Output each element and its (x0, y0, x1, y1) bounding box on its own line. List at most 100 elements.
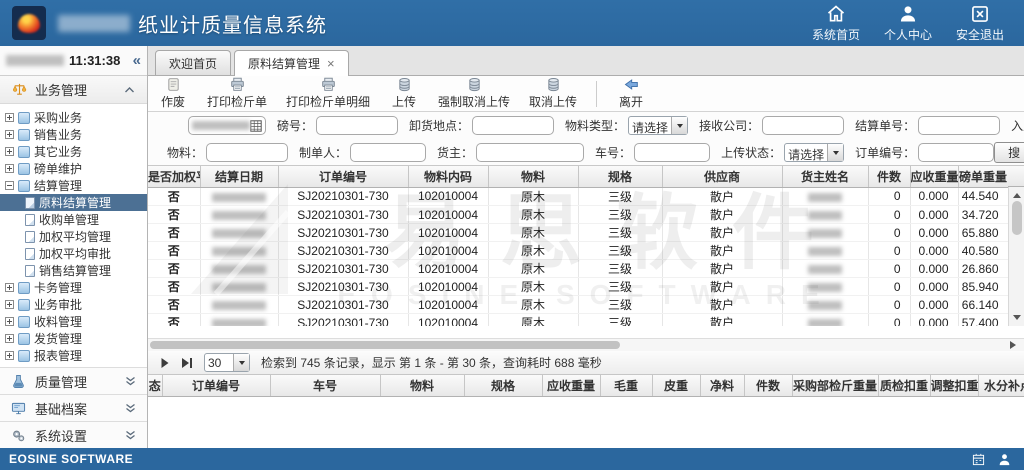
scroll-up-icon[interactable] (1013, 189, 1021, 198)
column-header[interactable]: 规格 (578, 166, 662, 187)
unload-place-input[interactable] (472, 116, 554, 135)
void-button[interactable]: 作废 (158, 77, 188, 110)
table-row[interactable]: 否SJ20210301-730102010004原木三级散户00.00065.8… (148, 224, 1008, 242)
leave-button[interactable]: 离开 (616, 77, 646, 110)
column-header[interactable]: 净料 (700, 375, 744, 396)
sidebar-item-purchase-order[interactable]: 收购单管理 (0, 211, 147, 228)
expand-icon[interactable] (5, 334, 14, 343)
column-header[interactable]: 物料内码 (408, 166, 488, 187)
dropdown-button[interactable] (827, 144, 843, 161)
sidebar-item-reports[interactable]: 报表管理 (0, 347, 147, 364)
order-no-input[interactable] (918, 143, 994, 162)
sidebar-section-system-settings[interactable]: 系统设置 (0, 421, 147, 448)
column-header[interactable]: 水分补点 (978, 375, 1024, 396)
search-button[interactable]: 搜 索 (994, 142, 1024, 163)
sidebar-item-weighbill[interactable]: 磅单维护 (0, 160, 147, 177)
column-header[interactable]: 物料 (488, 166, 578, 187)
table-row[interactable]: 否SJ20210301-730102010004原木三级散户00.00044.5… (148, 188, 1008, 206)
scrollbar-thumb[interactable] (1012, 201, 1022, 235)
sidebar-item-shipping[interactable]: 发货管理 (0, 330, 147, 347)
material-type-select[interactable]: 请选择 (628, 116, 688, 135)
sidebar-item-receiving[interactable]: 收料管理 (0, 313, 147, 330)
settle-no-input[interactable] (918, 116, 1000, 135)
column-header[interactable]: 物料 (380, 375, 464, 396)
expand-icon[interactable] (5, 164, 14, 173)
scrollbar-thumb[interactable] (150, 341, 620, 349)
column-header[interactable]: 规格 (464, 375, 542, 396)
table-row[interactable]: 否SJ20210301-730102010004原木三级散户00.00057.4… (148, 314, 1008, 326)
sidebar-item-card[interactable]: 卡务管理 (0, 279, 147, 296)
last-page-button[interactable] (181, 357, 193, 369)
calendar-icon[interactable] (972, 453, 985, 466)
next-page-button[interactable] (160, 357, 170, 369)
column-header[interactable]: 订单编号 (162, 375, 270, 396)
material-input[interactable] (206, 143, 288, 162)
tab-welcome[interactable]: 欢迎首页 (155, 50, 231, 75)
expand-icon[interactable] (5, 130, 14, 139)
column-header[interactable]: 货主姓名 (782, 166, 868, 187)
receive-company-input[interactable] (762, 116, 844, 135)
column-header[interactable]: 质检扣重 (878, 375, 930, 396)
nav-home-button[interactable]: 系统首页 (804, 4, 868, 43)
column-header[interactable]: 态 (148, 375, 162, 396)
user-icon[interactable] (998, 453, 1011, 466)
print-ticket-detail-button[interactable]: 打印检斤单明细 (286, 77, 370, 110)
column-header[interactable]: 供应商 (662, 166, 782, 187)
vertical-scrollbar[interactable] (1008, 187, 1024, 326)
print-ticket-button[interactable]: 打印检斤单 (207, 77, 267, 110)
sidebar-section-quality[interactable]: 质量管理 (0, 367, 147, 394)
column-header[interactable]: 应收重量 (910, 166, 958, 187)
table-row[interactable]: 否SJ20210301-730102010004原木三级散户00.00026.8… (148, 260, 1008, 278)
table-row[interactable]: 否SJ20210301-730102010004原木三级散户00.00040.5… (148, 242, 1008, 260)
column-header[interactable]: 调整扣重 (930, 375, 978, 396)
column-header[interactable]: 件数 (868, 166, 910, 187)
sidebar-section-base-archive[interactable]: 基础档案 (0, 394, 147, 421)
maker-input[interactable] (350, 143, 426, 162)
sidebar-item-sales-settlement[interactable]: 销售结算管理 (0, 262, 147, 279)
column-header[interactable]: 车号 (270, 375, 380, 396)
expand-icon[interactable] (5, 351, 14, 360)
expand-icon[interactable] (5, 283, 14, 292)
scroll-down-icon[interactable] (1013, 315, 1021, 324)
column-header[interactable]: 是否加权平均 (148, 166, 200, 187)
table-row[interactable]: 否SJ20210301-730102010004原木三级散户00.00034.7… (148, 206, 1008, 224)
sidebar-item-purchase[interactable]: 采购业务 (0, 109, 147, 126)
horizontal-scrollbar-grid1[interactable] (148, 338, 1024, 351)
owner-input[interactable] (476, 143, 584, 162)
nav-profile-button[interactable]: 个人中心 (876, 4, 940, 43)
sidebar-item-approval[interactable]: 业务审批 (0, 296, 147, 313)
force-cancel-upload-button[interactable]: 强制取消上传 (438, 77, 510, 110)
table-row[interactable]: 否SJ20210301-730102010004原木三级散户00.00085.9… (148, 278, 1008, 296)
scroll-right-icon[interactable] (1010, 341, 1020, 349)
column-header[interactable]: 磅单重量 (958, 166, 1008, 187)
sidebar-item-sales[interactable]: 销售业务 (0, 126, 147, 143)
sidebar-item-raw-settlement[interactable]: 原料结算管理 (0, 194, 147, 211)
page-size-select[interactable]: 30 (204, 353, 250, 372)
sidebar-collapse-button[interactable]: « (133, 53, 141, 68)
column-header[interactable]: 采购部检斤重量 (792, 375, 878, 396)
sidebar-item-weighted-avg[interactable]: 加权平均管理 (0, 228, 147, 245)
upload-status-select[interactable]: 请选择 (784, 143, 844, 162)
collapse-node-icon[interactable] (5, 181, 14, 190)
column-header[interactable]: 毛重 (600, 375, 652, 396)
column-header[interactable]: 结算日期 (200, 166, 278, 187)
expand-icon[interactable] (5, 300, 14, 309)
sidebar-item-settlement[interactable]: 结算管理 (0, 177, 147, 194)
cancel-upload-button[interactable]: 取消上传 (529, 77, 577, 110)
expand-icon[interactable] (5, 147, 14, 156)
expand-icon[interactable] (5, 113, 14, 122)
tab-raw-settlement[interactable]: 原料结算管理 × (234, 50, 349, 76)
column-header[interactable]: 应收重量 (542, 375, 600, 396)
column-header[interactable]: 订单编号 (278, 166, 408, 187)
nav-logout-button[interactable]: 安全退出 (948, 4, 1012, 43)
scale-no-input[interactable] (316, 116, 398, 135)
column-header[interactable]: 件数 (744, 375, 792, 396)
sidebar-item-other[interactable]: 其它业务 (0, 143, 147, 160)
sidebar-section-business[interactable]: 业务管理 (0, 76, 147, 104)
table-row[interactable]: 否SJ20210301-730102010004原木三级散户00.00066.1… (148, 296, 1008, 314)
dropdown-button[interactable] (233, 354, 249, 371)
expand-icon[interactable] (5, 317, 14, 326)
tab-close-icon[interactable]: × (327, 57, 335, 70)
column-header[interactable]: 皮重 (652, 375, 700, 396)
vehicle-no-input[interactable] (634, 143, 710, 162)
